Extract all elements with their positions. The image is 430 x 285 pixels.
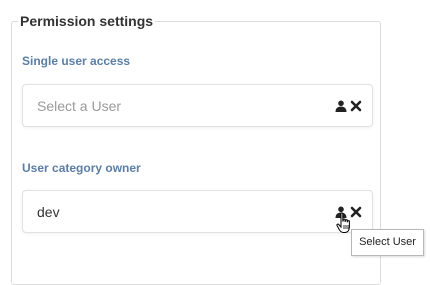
close-icon[interactable] — [350, 100, 362, 112]
select-user-tooltip: Select User — [351, 229, 424, 256]
user-category-owner-field[interactable]: dev — [22, 190, 373, 233]
single-user-access-placeholder: Select a User — [37, 98, 122, 114]
hand-pointer-cursor-icon — [336, 212, 354, 234]
user-category-owner-label: User category owner — [22, 161, 141, 175]
single-user-access-field[interactable]: Select a User — [22, 84, 373, 127]
permission-settings-legend: Permission settings — [18, 12, 156, 30]
user-icon[interactable] — [335, 100, 347, 112]
single-user-access-label: Single user access — [22, 54, 131, 68]
single-user-access-actions — [335, 98, 362, 114]
user-category-owner-value: dev — [37, 204, 60, 220]
